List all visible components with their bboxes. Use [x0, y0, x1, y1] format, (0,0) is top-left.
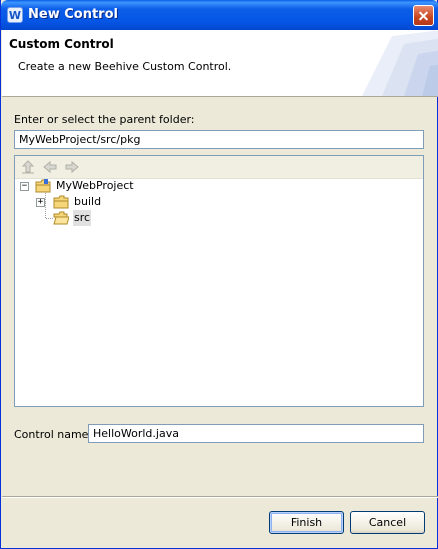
- window-title: New Control: [28, 7, 118, 22]
- tree-item-build[interactable]: + build: [15, 194, 415, 210]
- title-bar[interactable]: W New Control: [1, 0, 438, 30]
- folder-tree[interactable]: − MyWebProject + build src: [14, 155, 424, 407]
- project-folder-icon: [35, 179, 51, 193]
- cancel-button[interactable]: Cancel: [350, 511, 425, 534]
- control-name-input[interactable]: HelloWorld.java: [88, 424, 424, 443]
- banner-title: Custom Control: [9, 37, 114, 51]
- close-button[interactable]: [413, 5, 434, 26]
- finish-button[interactable]: Finish: [269, 511, 344, 534]
- expand-icon[interactable]: +: [36, 198, 45, 207]
- tree-item-src[interactable]: src: [15, 210, 415, 226]
- button-bar-separator: [2, 496, 438, 498]
- wizard-banner: Custom Control Create a new Beehive Cust…: [2, 30, 438, 97]
- parent-folder-label: Enter or select the parent folder:: [14, 113, 195, 126]
- collapse-icon[interactable]: −: [20, 182, 29, 191]
- app-icon: W: [7, 7, 23, 23]
- folder-icon: [53, 195, 69, 209]
- parent-folder-input[interactable]: MyWebProject/src/pkg: [14, 130, 424, 149]
- new-control-dialog: W New Control Custom Control Create a ne…: [0, 0, 438, 549]
- banner-graphic-icon: [362, 30, 438, 96]
- tree-item-mywebproject[interactable]: − MyWebProject: [15, 178, 415, 194]
- control-name-label: Control name:: [14, 428, 93, 441]
- tree-item-label: build: [74, 195, 102, 208]
- tree-item-label: src: [73, 210, 92, 226]
- banner-description: Create a new Beehive Custom Control.: [18, 60, 232, 73]
- open-folder-icon: [53, 211, 69, 225]
- tree-item-label: MyWebProject: [56, 179, 134, 192]
